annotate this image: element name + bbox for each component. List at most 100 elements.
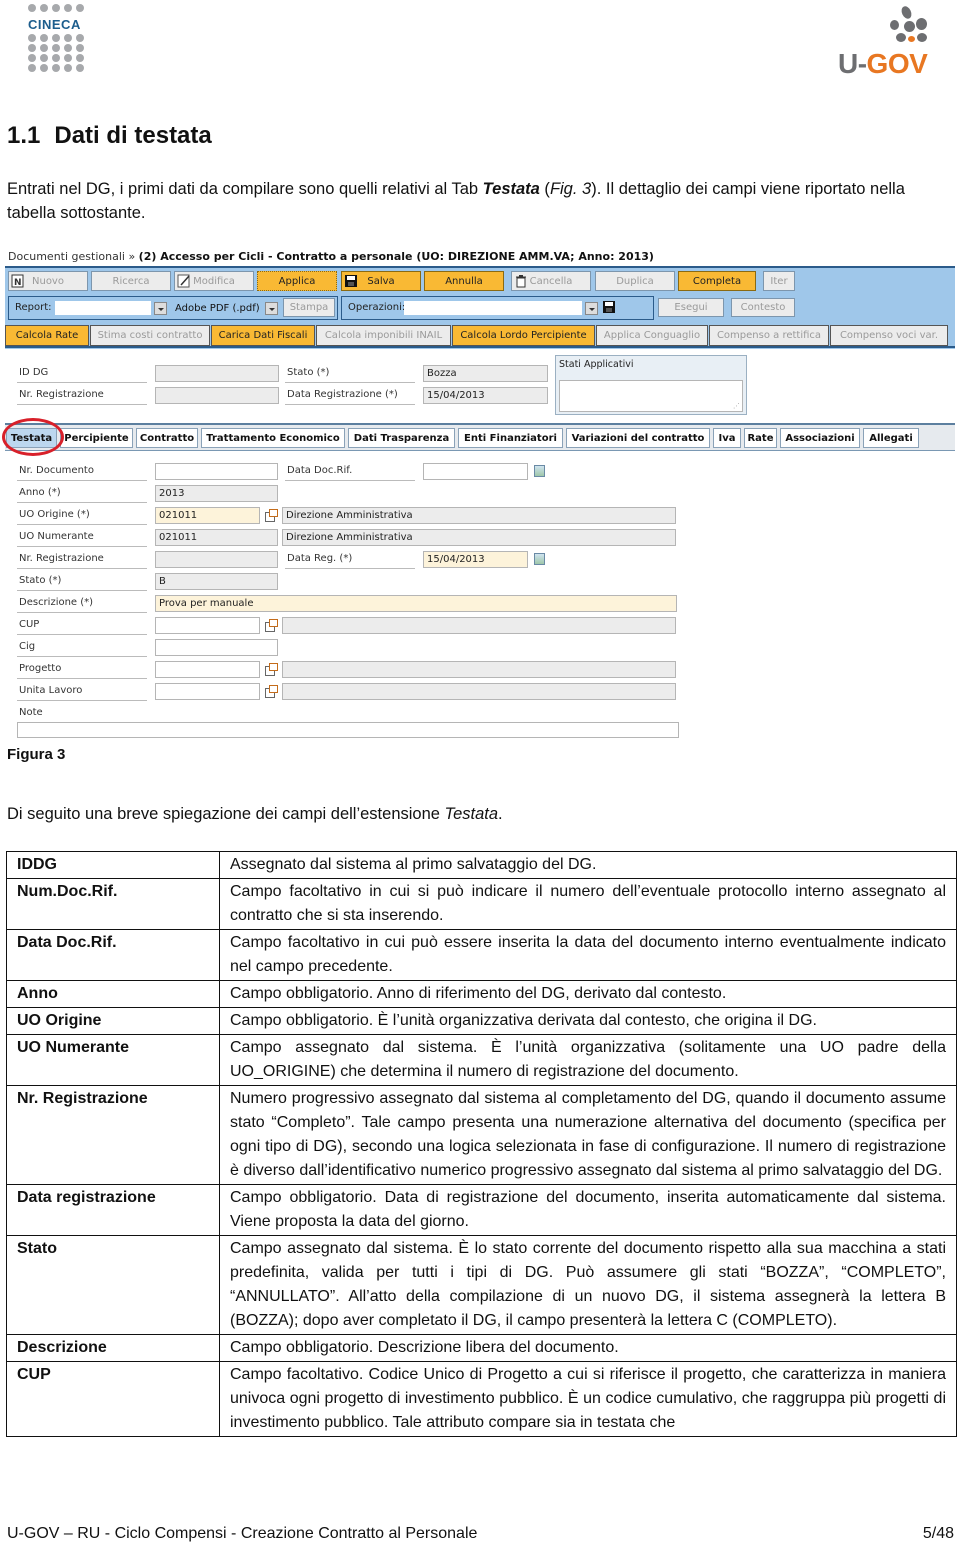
compenso-rettifica-button[interactable]: Compenso a rettifica (709, 325, 829, 346)
operations-label: Operazioni: (348, 302, 406, 313)
calcola-inail-button[interactable]: Calcola imponibili INAIL (316, 325, 451, 346)
stati-applicativi-textarea[interactable]: ⋰ (559, 380, 743, 412)
stato-label: Stato (*) (285, 365, 415, 383)
calendar-icon[interactable] (534, 553, 545, 565)
note-input[interactable] (17, 722, 679, 738)
field-name-cell: CUP (6, 1361, 220, 1437)
tab-dati-trasparenza[interactable]: Dati Trasparenza (348, 428, 455, 448)
table-row: CUP Campo facoltativo. Codice Unico di Pr… (6, 1361, 957, 1437)
uo-numerante-description: Direzione Amministrativa (282, 529, 676, 546)
cineca-logo-text: CINECA (28, 17, 81, 32)
intro-paragraph: Entrati nel DG, i primi dati da compilar… (7, 180, 905, 222)
uo-origine-label: UO Origine (*) (17, 507, 147, 525)
format-dropdown-icon[interactable] (265, 302, 278, 315)
duplicate-button[interactable]: Duplica (595, 271, 675, 291)
report-panel: Report: Adobe PDF (.pdf) Stampa (8, 296, 338, 320)
field-name-cell: Anno (6, 980, 220, 1008)
field-name-cell: Nr. Registrazione (6, 1085, 220, 1185)
tab-allegati[interactable]: Allegati (863, 428, 919, 448)
trash-icon (514, 274, 528, 288)
section-number: 1.1 (7, 122, 41, 149)
complete-button[interactable]: Completa (678, 271, 756, 291)
resize-grip-icon[interactable]: ⋰ (733, 402, 740, 410)
lookup-icon[interactable] (265, 509, 278, 522)
report-label: Report: (15, 302, 52, 313)
calcola-lordo-button[interactable]: Calcola Lordo Percipiente (452, 325, 595, 346)
report-dropdown-icon[interactable] (154, 302, 167, 315)
lookup-icon[interactable] (265, 619, 278, 632)
delete-button[interactable]: Cancella (511, 271, 591, 291)
search-button[interactable]: Ricerca (91, 271, 171, 291)
nr-documento-input[interactable] (155, 463, 278, 480)
report-select[interactable] (55, 301, 151, 315)
calcola-rate-button[interactable]: Calcola Rate (5, 325, 89, 346)
field-description-cell: Campo assegnato dal sistema. È lo stato … (219, 1235, 957, 1335)
figure-reference: Fig. 3 (549, 180, 592, 198)
field-name-cell: UO Origine (6, 1007, 220, 1035)
nr-registrazione-form-field[interactable] (155, 551, 278, 568)
lookup-icon[interactable] (265, 685, 278, 698)
breadcrumb-root[interactable]: Documenti gestionali » (8, 250, 135, 263)
descrizione-input[interactable]: Prova per manuale (155, 595, 677, 612)
fields-table: IDDG Assegnato dal sistema al primo salva… (6, 851, 957, 1437)
tab-trattamento-economico[interactable]: Trattamento Economico (201, 428, 345, 448)
data-doc-rif-input[interactable] (423, 463, 528, 480)
carica-dati-fiscali-button[interactable]: Carica Dati Fiscali (211, 325, 315, 346)
data-registrazione-field[interactable]: 15/04/2013 (423, 387, 548, 404)
lookup-icon[interactable] (265, 663, 278, 676)
data-reg-input[interactable]: 15/04/2013 (423, 551, 528, 568)
stato-form-field[interactable]: B (155, 573, 278, 590)
toolbar: N Nuovo Ricerca Modifica Applica Salva A… (5, 266, 955, 346)
new-button[interactable]: N Nuovo (8, 271, 88, 291)
new-document-icon: N (11, 274, 25, 288)
cup-input[interactable] (155, 617, 260, 634)
data-registrazione-label: Data Registrazione (*) (285, 387, 415, 405)
context-button[interactable]: Contesto (731, 298, 795, 317)
compenso-voci-button[interactable]: Compenso voci var. (830, 325, 948, 346)
uo-origine-input[interactable]: 021011 (155, 507, 260, 524)
tab-variazioni-contratto[interactable]: Variazioni del contratto (566, 428, 710, 448)
cancel-button[interactable]: Annulla (424, 271, 504, 291)
tab-percipiente[interactable]: Percipiente (60, 428, 133, 448)
anno-field[interactable]: 2013 (155, 485, 278, 502)
print-button[interactable]: Stampa (283, 298, 335, 317)
field-name-cell: IDDG (6, 851, 220, 879)
table-row: Anno Campo obbligatorio. Anno di riferime… (6, 980, 957, 1008)
stima-costi-button[interactable]: Stima costi contratto (90, 325, 210, 346)
execute-button[interactable]: Esegui (658, 298, 724, 317)
apply-button[interactable]: Applica (257, 271, 337, 291)
nr-registrazione-label: Nr. Registrazione (17, 387, 147, 405)
table-row: Data Doc.Rif. Campo facoltativo in cui pu… (6, 929, 957, 981)
operations-dropdown-icon[interactable] (585, 302, 598, 315)
nr-registrazione-field[interactable] (155, 387, 279, 404)
cig-input[interactable] (155, 639, 278, 656)
operations-panel: Operazioni: (341, 296, 654, 320)
cineca-dots-top (28, 4, 85, 12)
cup-description (282, 617, 676, 634)
uo-numerante-field[interactable]: 021011 (155, 529, 278, 546)
applica-conguaglio-button[interactable]: Applica Conguaglio (596, 325, 708, 346)
iter-button[interactable]: Iter (763, 271, 795, 291)
edit-button[interactable]: Modifica (174, 271, 254, 291)
field-description-cell: Campo obbligatorio. È l’unità organizzat… (219, 1007, 957, 1035)
stato-field[interactable]: Bozza (423, 365, 548, 382)
table-row: Descrizione Campo obbligatorio. Descrizio… (6, 1334, 957, 1362)
figure-caption: Figura 3 (7, 746, 66, 763)
tab-enti-finanziatori[interactable]: Enti Finanziatori (458, 428, 563, 448)
save-button[interactable]: Salva (341, 271, 421, 291)
tab-contratto[interactable]: Contratto (136, 428, 198, 448)
unita-lavoro-description (282, 683, 676, 700)
tab-rate[interactable]: Rate (744, 428, 777, 448)
calendar-icon[interactable] (534, 465, 545, 477)
tab-associazioni[interactable]: Associazioni (780, 428, 860, 448)
field-name-cell: Num.Doc.Rif. (6, 878, 220, 930)
unita-lavoro-input[interactable] (155, 683, 260, 700)
cup-label: CUP (17, 617, 147, 635)
operations-select[interactable] (404, 301, 582, 315)
table-row: Stato Campo assegnato dal sistema. È lo s… (6, 1235, 957, 1335)
table-row: UO Numerante Campo assegnato dal sistema.… (6, 1034, 957, 1086)
id-dg-field[interactable] (155, 365, 279, 382)
format-select[interactable]: Adobe PDF (.pdf) (171, 301, 261, 315)
progetto-input[interactable] (155, 661, 260, 678)
tab-iva[interactable]: Iva (713, 428, 741, 448)
